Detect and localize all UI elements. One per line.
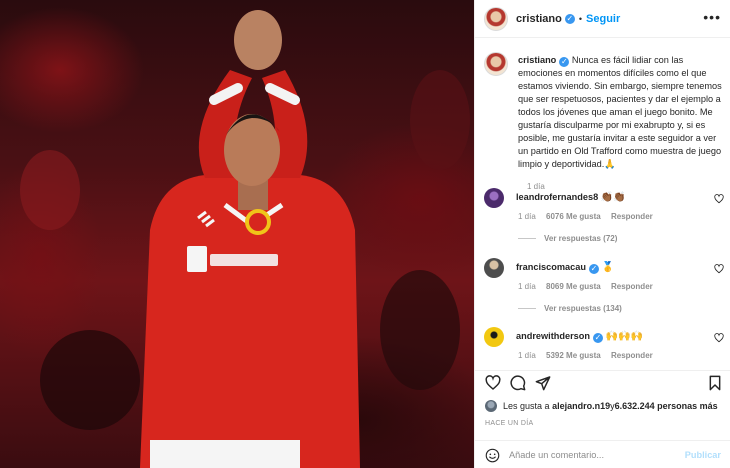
comment-time[interactable]: 1 día [518, 212, 536, 221]
post-panel: cristiano ✓ • Seguir ••• cristiano ✓ Nunc… [474, 0, 730, 468]
likes-summary: Les gusta a alejandro.n19 y 6.632.244 pers… [485, 400, 718, 412]
comment-text: 👏🏾👏🏾 [600, 192, 626, 203]
comment-time[interactable]: 1 día [518, 282, 536, 291]
bookmark-icon[interactable] [707, 375, 723, 391]
comment-time[interactable]: 1 día [518, 351, 536, 360]
comment-line: leandrofernandes8 👏🏾👏🏾 [516, 192, 626, 203]
comment-likes[interactable]: 6076 Me gusta [546, 212, 601, 221]
add-comment-bar: Publicar [475, 440, 730, 468]
verified-icon: ✓ [593, 333, 604, 343]
commenter-avatar[interactable] [484, 258, 504, 278]
verified-icon: ✓ [559, 57, 570, 67]
caption-body: Nunca es fácil lidiar con las emociones … [518, 55, 722, 169]
share-icon[interactable] [535, 375, 551, 391]
view-replies-button[interactable]: Ver respuestas (72) [518, 234, 617, 243]
heart-icon[interactable] [485, 375, 501, 391]
comments-list[interactable]: cristiano ✓ Nunca es fácil lidiar con las… [475, 38, 730, 370]
liker-avatar[interactable] [485, 400, 497, 412]
emoji-icon[interactable] [485, 448, 500, 463]
comment-username[interactable]: leandrofernandes8 [516, 192, 598, 202]
comment-icon[interactable] [510, 375, 526, 391]
comment-meta: 1 día 8069 Me gusta Responder [518, 282, 661, 291]
reply-button[interactable]: Responder [611, 212, 653, 221]
reply-button[interactable]: Responder [611, 351, 653, 360]
comment-input[interactable] [509, 446, 669, 464]
comment-username[interactable]: andrewithderson [516, 331, 590, 341]
player-illustration [20, 10, 470, 468]
comment-meta: 1 día 5392 Me gusta Responder [518, 351, 661, 360]
author-avatar[interactable] [484, 6, 508, 31]
caption-username[interactable]: cristiano [518, 55, 556, 65]
liker-username[interactable]: alejandro.n19 [552, 401, 610, 411]
comment-username[interactable]: franciscomacau [516, 262, 586, 272]
comment-likes[interactable]: 5392 Me gusta [546, 351, 601, 360]
caption-text: cristiano ✓ Nunca es fácil lidiar con las… [518, 54, 724, 171]
heart-icon[interactable] [714, 194, 724, 204]
post-timestamp[interactable]: HACE UN DÍA [485, 420, 533, 427]
separator-dot: • [578, 13, 583, 24]
more-options-icon[interactable]: ••• [703, 10, 721, 24]
likes-prefix: Les gusta a [503, 401, 550, 411]
commenter-avatar[interactable] [484, 327, 504, 347]
verified-icon: ✓ [564, 13, 575, 24]
publish-button[interactable]: Publicar [685, 450, 721, 460]
comment-meta: 1 día 6076 Me gusta Responder [518, 212, 661, 221]
comment-text: 🥇 [601, 262, 614, 273]
comment-line: andrewithderson ✓ 🙌🙌🙌 [516, 331, 643, 343]
comment-text: 🙌🙌🙌 [605, 331, 643, 342]
heart-icon[interactable] [714, 264, 724, 274]
likes-count[interactable]: 6.632.244 personas más [615, 401, 718, 411]
comment-line: franciscomacau ✓ 🥇 [516, 262, 614, 274]
author-username[interactable]: cristiano [516, 13, 562, 25]
commenter-avatar[interactable] [484, 188, 504, 208]
caption-time[interactable]: 1 día [527, 182, 545, 191]
heart-icon[interactable] [714, 333, 724, 343]
view-replies-button[interactable]: Ver respuestas (134) [518, 304, 622, 313]
post-header: cristiano ✓ • Seguir ••• [475, 0, 730, 38]
action-bar [475, 370, 730, 394]
follow-button[interactable]: Seguir [586, 13, 620, 25]
post-photo[interactable] [0, 0, 474, 468]
comment-likes[interactable]: 8069 Me gusta [546, 282, 601, 291]
verified-icon: ✓ [588, 264, 599, 274]
caption-avatar[interactable] [484, 52, 508, 76]
reply-button[interactable]: Responder [611, 282, 653, 291]
